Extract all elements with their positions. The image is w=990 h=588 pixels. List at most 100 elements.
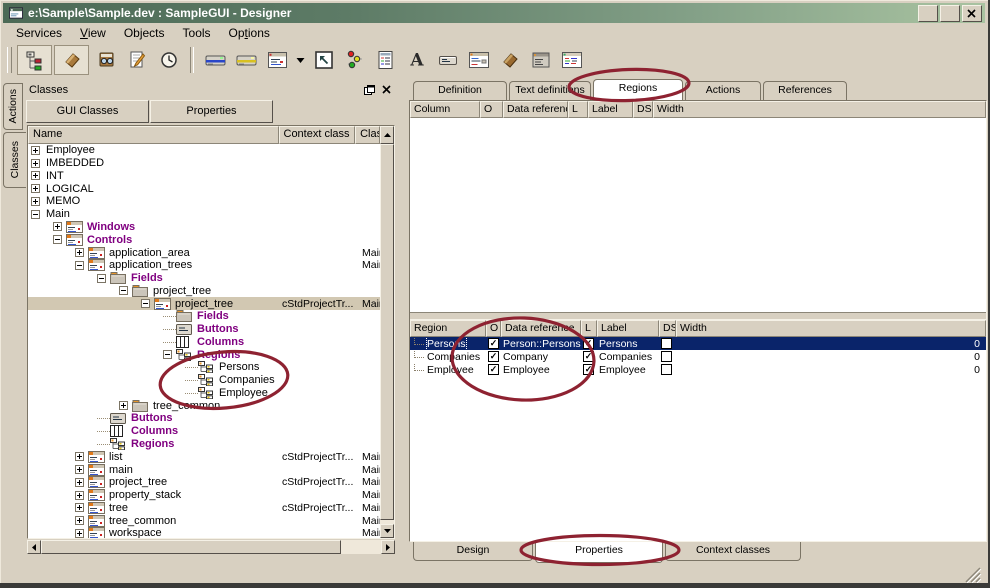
scroll-right-button[interactable] xyxy=(381,540,395,554)
tree-horizontal-scrollbar[interactable] xyxy=(27,540,395,554)
float-panel-icon[interactable] xyxy=(362,83,376,96)
menu-view[interactable]: View xyxy=(71,24,115,42)
scroll-down-button[interactable] xyxy=(380,524,394,538)
save-all-drive-button[interactable] xyxy=(231,46,262,74)
expand-icon[interactable] xyxy=(75,248,88,257)
class-hierarchy-button[interactable] xyxy=(17,45,52,75)
colors-traffic-button[interactable] xyxy=(339,46,370,74)
collapse-icon[interactable] xyxy=(119,286,132,295)
tree-row-fields[interactable]: Fields xyxy=(28,272,380,285)
classes-tab-properties[interactable]: Properties xyxy=(150,100,273,123)
tree-row-employee[interactable]: Employee xyxy=(28,387,380,400)
tree-row-columns[interactable]: Columns xyxy=(28,335,380,348)
expand-icon[interactable] xyxy=(75,452,88,461)
expand-icon[interactable] xyxy=(31,171,44,180)
expand-icon[interactable] xyxy=(53,222,66,231)
tab-properties[interactable]: Properties xyxy=(535,542,663,563)
tree-row-project-tree[interactable]: project_treecStdProjectTr...Main xyxy=(28,476,380,489)
checkbox-l[interactable]: ✓ xyxy=(583,351,594,362)
collapse-icon[interactable] xyxy=(75,261,88,270)
table-splitter[interactable] xyxy=(410,312,986,320)
tree-vertical-scrollbar[interactable] xyxy=(380,126,394,538)
tab-context-classes[interactable]: Context classes xyxy=(665,542,801,561)
expand-icon[interactable] xyxy=(31,146,44,155)
scroll-thumb[interactable] xyxy=(380,144,394,520)
region-row-persons[interactable]: Persons✓Person::Persons✓Persons0 xyxy=(410,337,986,350)
checkbox-o[interactable]: ✓ xyxy=(488,351,499,362)
region-row-companies[interactable]: Companies✓Company✓Companies0 xyxy=(410,350,986,363)
font-button[interactable]: A xyxy=(401,46,432,74)
tab-references[interactable]: References xyxy=(763,81,847,100)
column-header-column[interactable]: Column xyxy=(410,101,480,118)
tree-row-tree[interactable]: treecStdProjectTr...Main xyxy=(28,501,380,514)
column-header-ds[interactable]: DS xyxy=(659,320,676,337)
panel-control-button[interactable] xyxy=(525,46,556,74)
eraser-button[interactable] xyxy=(54,45,89,75)
tree-row-application-area[interactable]: application_areaMain xyxy=(28,246,380,259)
scroll-left-button[interactable] xyxy=(27,540,41,554)
collapse-icon[interactable] xyxy=(97,274,110,283)
tree-row-application-trees[interactable]: application_treesMain xyxy=(28,259,380,272)
close-button[interactable] xyxy=(962,5,982,22)
tree-row-list[interactable]: listcStdProjectTr...Main xyxy=(28,450,380,463)
column-header-data-reference[interactable]: Data reference xyxy=(501,320,581,337)
save-drive-button[interactable] xyxy=(200,46,231,74)
column-header-label[interactable]: Label xyxy=(597,320,659,337)
collapse-icon[interactable] xyxy=(141,299,154,308)
column-header-width[interactable]: Width xyxy=(653,101,986,118)
collapse-icon[interactable] xyxy=(53,235,66,244)
tab-design[interactable]: Design xyxy=(413,542,533,561)
tree-row-project-tree[interactable]: project_treecStdProjectTr...Main xyxy=(28,297,380,310)
expand-icon[interactable] xyxy=(31,184,44,193)
tree-row-regions[interactable]: Regions xyxy=(28,438,380,451)
tree-row-main[interactable]: mainMain xyxy=(28,463,380,476)
tree-column-header-context-class[interactable]: Context class xyxy=(279,126,356,144)
checkbox-o[interactable]: ✓ xyxy=(488,338,499,349)
tree-row-tree-common[interactable]: tree_commonMain xyxy=(28,514,380,527)
checkbox-l[interactable]: ✓ xyxy=(583,338,594,349)
expand-icon[interactable] xyxy=(75,478,88,487)
tree-row-workspace[interactable]: workspaceMain xyxy=(28,527,380,538)
tree-row-windows[interactable]: Windows xyxy=(28,221,380,234)
tree-row-regions[interactable]: Regions xyxy=(28,348,380,361)
expand-icon[interactable] xyxy=(75,516,88,525)
tab-actions[interactable]: Actions xyxy=(685,81,761,100)
tree-row-tree-common[interactable]: tree_common xyxy=(28,399,380,412)
menu-options[interactable]: Options xyxy=(220,24,279,42)
tree-row-property-stack[interactable]: property_stackMain xyxy=(28,489,380,502)
tree-row-logical[interactable]: LOGICAL xyxy=(28,182,380,195)
expand-icon[interactable] xyxy=(31,159,44,168)
resize-grip[interactable] xyxy=(964,566,982,588)
tab-definition[interactable]: Definition xyxy=(413,81,507,100)
tree-row-persons[interactable]: Persons xyxy=(28,361,380,374)
dialog-control-button[interactable] xyxy=(556,46,587,74)
eraser-control-button[interactable] xyxy=(494,46,525,74)
new-form-button[interactable] xyxy=(262,46,293,74)
checkbox-ds[interactable] xyxy=(661,338,672,349)
tree-row-imbedded[interactable]: IMBEDDED xyxy=(28,157,380,170)
checkbox-ds[interactable] xyxy=(661,364,672,375)
tree-row-memo[interactable]: MEMO xyxy=(28,195,380,208)
maximize-button[interactable] xyxy=(940,5,960,22)
tree-column-header-class[interactable]: Class xyxy=(355,126,380,144)
tab-text-definitions[interactable]: Text definitions xyxy=(509,81,591,100)
column-header-l[interactable]: L xyxy=(568,101,588,118)
tree-row-buttons[interactable]: Buttons xyxy=(28,412,380,425)
column-header-data-reference[interactable]: Data reference xyxy=(503,101,568,118)
tree-row-controls[interactable]: Controls xyxy=(28,233,380,246)
checkbox-o[interactable]: ✓ xyxy=(488,364,499,375)
expand-icon[interactable] xyxy=(31,197,44,206)
column-header-width[interactable]: Width xyxy=(676,320,986,337)
menu-objects[interactable]: Objects xyxy=(115,24,174,42)
expand-icon[interactable] xyxy=(75,503,88,512)
collapse-icon[interactable] xyxy=(163,350,176,359)
report-view-button[interactable] xyxy=(370,46,401,74)
classes-tab-gui-classes[interactable]: GUI Classes xyxy=(26,100,149,123)
close-panel-icon[interactable] xyxy=(379,83,393,96)
column-header-o[interactable]: O xyxy=(480,101,503,118)
column-header-label[interactable]: Label xyxy=(588,101,633,118)
menu-services[interactable]: Services xyxy=(7,24,71,42)
edit-source-button[interactable] xyxy=(122,46,153,74)
checkbox-l[interactable]: ✓ xyxy=(583,364,594,375)
tree-row-main[interactable]: Main xyxy=(28,208,380,221)
